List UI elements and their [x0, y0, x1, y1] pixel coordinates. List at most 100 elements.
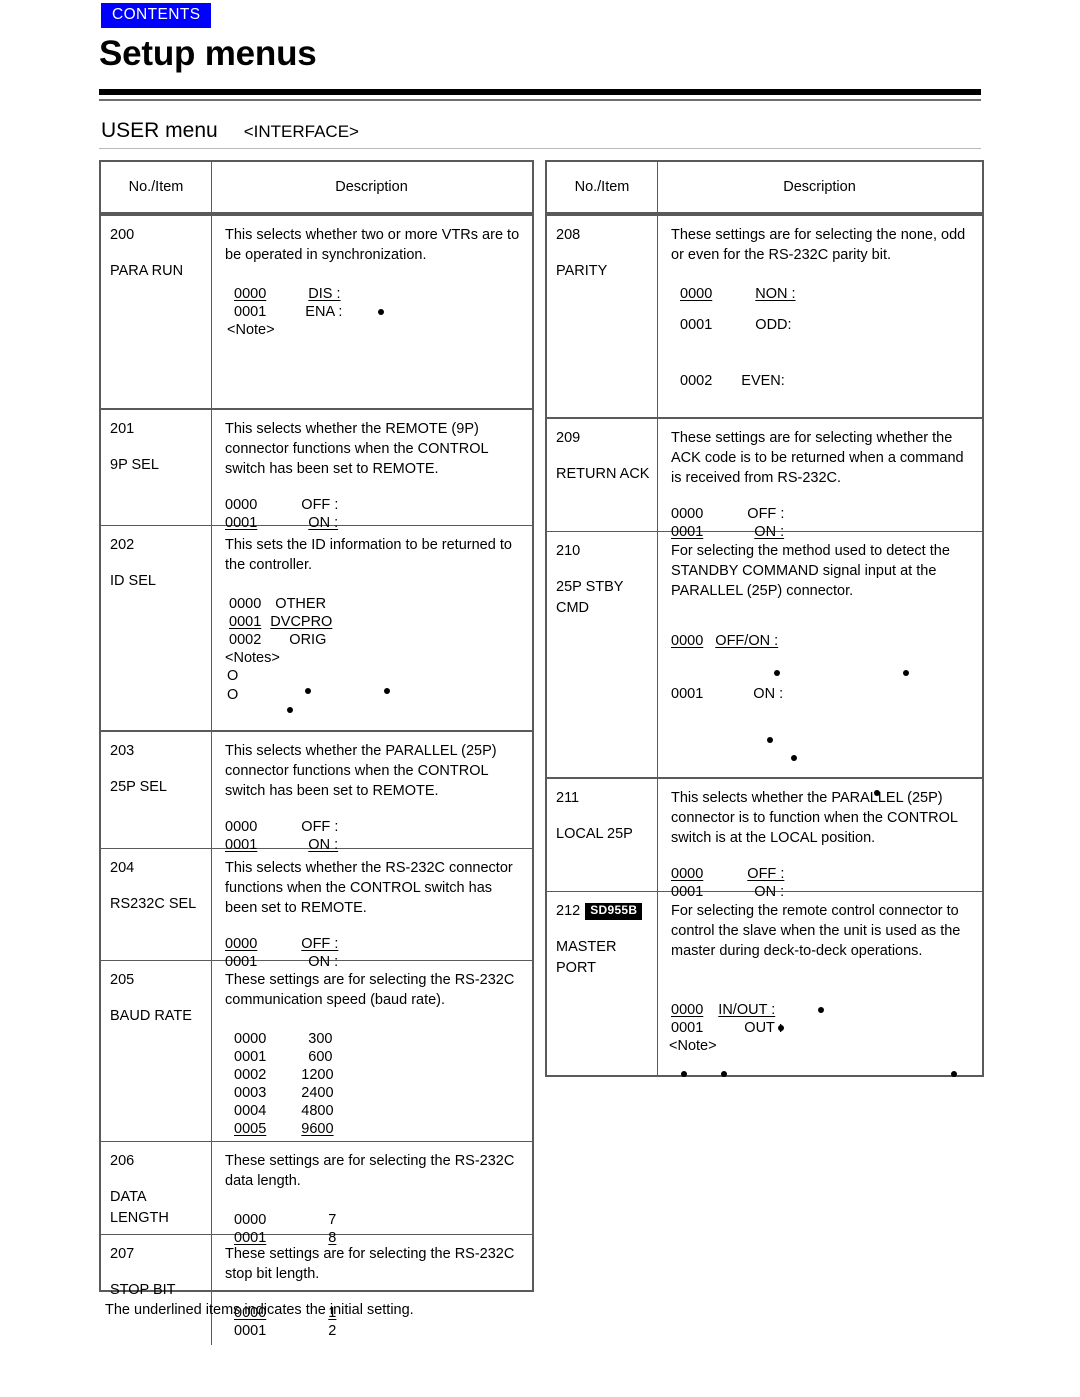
row-description-cell: This selects whether the PARALLEL (25P) …: [211, 732, 532, 853]
option-label: 9600: [301, 1121, 334, 1137]
table-row: 203 25P SEL This selects whether the PAR…: [101, 732, 532, 853]
option-item: 0001 ON :: [671, 685, 783, 703]
header-rule-thin: [99, 99, 981, 101]
table-row: 206 DATA LENGTH These settings are for s…: [101, 1142, 532, 1246]
description-text: This selects whether the PARALLEL (25P) …: [671, 790, 958, 846]
option-item: 0000 OFF :: [671, 865, 784, 883]
option-item: 0003 2400: [234, 1084, 334, 1102]
table-row: 201 9P SEL This selects whether the REMO…: [101, 410, 532, 531]
row-description-cell: This selects whether the REMOTE (9P) con…: [211, 410, 532, 531]
contents-badge[interactable]: CONTENTS: [101, 3, 212, 28]
notes-label: <Notes>: [225, 650, 280, 666]
option-label: 2400: [301, 1085, 334, 1101]
redaction-bullet: [305, 688, 311, 694]
option-item: 0001 ENA :: [234, 303, 342, 321]
row-description-cell: These settings are for selecting the RS-…: [211, 1142, 532, 1246]
option-code: 0000: [225, 497, 258, 513]
option-label: 1200: [301, 1067, 334, 1083]
menu-number: 208: [556, 227, 581, 243]
option-code: 0004: [234, 1103, 267, 1119]
option-item: 0002 EVEN:: [680, 372, 785, 390]
menu-number: 210: [556, 543, 581, 559]
menu-item-name: STOP BIT: [110, 1282, 176, 1298]
row-number-cell: 210 25P STBY CMD: [547, 532, 657, 619]
option-code: 0000: [229, 596, 262, 612]
option-code: 0001: [671, 686, 704, 702]
row-description-cell: This selects whether two or more VTRs ar…: [211, 216, 532, 408]
option-item: 0001 2: [234, 1322, 336, 1340]
menu-number: 202: [110, 537, 135, 553]
menu-item-name: BAUD RATE: [110, 1008, 192, 1024]
column-header-no-item: No./Item: [128, 179, 184, 195]
menu-label: USER menu: [101, 119, 218, 142]
option-code: 0000: [225, 819, 258, 835]
menu-item-name: PARITY: [556, 263, 608, 279]
menu-item-name: RS232C SEL: [110, 896, 197, 912]
redaction-bullet: [903, 670, 909, 676]
description-text: For selecting the remote control connect…: [671, 903, 961, 959]
row-number-cell: 209 RETURN ACK: [547, 419, 657, 485]
redaction-bullet: [384, 688, 390, 694]
redaction-bullet: [818, 1007, 824, 1013]
option-label: OFF :: [747, 866, 785, 882]
description-text: This selects whether two or more VTRs ar…: [225, 227, 520, 263]
option-code: 0001: [234, 304, 267, 320]
option-label: 4800: [301, 1103, 334, 1119]
table-row: 205 BAUD RATE These settings are for sel…: [101, 961, 532, 1142]
table-header-row: No./Item Description: [101, 162, 532, 216]
row-number-cell: 212 SD955B MASTER PORT: [547, 892, 657, 979]
option-code: 0002: [229, 632, 262, 648]
menu-item-name: LOCAL 25P: [556, 826, 633, 842]
note-label: <Note>: [669, 1038, 717, 1054]
option-code: 0001: [234, 1323, 267, 1339]
footnote-text: The underlined items indicates the initi…: [105, 1302, 414, 1318]
menu-number: 204: [110, 860, 135, 876]
table-row: 212 SD955B MASTER PORT For selecting the …: [547, 892, 982, 1077]
option-label: OTHER: [275, 596, 327, 612]
option-code: 0003: [234, 1085, 267, 1101]
redaction-bullet: [681, 1071, 687, 1077]
option-code: 0001: [671, 1020, 704, 1036]
option-label: 300: [308, 1031, 333, 1047]
row-description-cell: These settings are for selecting the RS-…: [211, 1235, 532, 1345]
note-label: <Note>: [227, 322, 275, 338]
row-number-cell: 200 PARA RUN: [101, 216, 211, 282]
description-text: For selecting the method used to detect …: [671, 543, 950, 599]
description-text: This selects whether the REMOTE (9P) con…: [225, 421, 489, 477]
description-text: These settings are for selecting the RS-…: [225, 1153, 515, 1189]
row-number-cell: 201 9P SEL: [101, 410, 211, 476]
menu-item-name: ID SEL: [110, 573, 156, 589]
menu-number: 211: [556, 790, 580, 806]
row-number-cell: 202 ID SEL: [101, 526, 211, 592]
option-label: ENA :: [305, 304, 343, 320]
menu-item-name: PARA RUN: [110, 263, 184, 279]
row-number-cell: 205 BAUD RATE: [101, 961, 211, 1027]
column-header-description: Description: [783, 179, 856, 195]
option-item: 0000 7: [234, 1211, 336, 1229]
row-description-cell: For selecting the method used to detect …: [657, 532, 982, 796]
option-code: 0000: [671, 866, 704, 882]
row-number-cell: 211 LOCAL 25P: [547, 779, 657, 845]
row-description-cell: This selects whether the RS-232C connect…: [211, 849, 532, 970]
description-text: These settings are for selecting whether…: [671, 430, 964, 486]
option-item: 0001 ODD:: [680, 316, 792, 334]
option-item: 0000 300: [234, 1030, 333, 1048]
option-item: 0005 9600: [234, 1120, 334, 1138]
option-code: 0001: [680, 317, 713, 333]
description-text: These settings are for selecting the RS-…: [225, 1246, 515, 1282]
option-item: 0001 DVCPRO: [229, 613, 332, 631]
row-number-cell: 207 STOP BIT: [101, 1235, 211, 1301]
description-text: These settings are for selecting the RS-…: [225, 972, 515, 1008]
option-label: DVCPRO: [270, 614, 333, 630]
option-label: OFF/ON :: [715, 633, 779, 649]
menu-number: 207: [110, 1246, 135, 1262]
option-item: 0000 OFF :: [225, 496, 338, 514]
option-code: 0000: [234, 286, 267, 302]
option-item: 0000 OFF :: [225, 818, 338, 836]
menu-item-name: 25P SEL: [110, 779, 167, 795]
option-label: OFF :: [747, 506, 785, 522]
option-label: DIS :: [308, 286, 341, 302]
redaction-bullet: [378, 309, 384, 315]
note-bullet-circle: O: [227, 687, 239, 703]
description-text: This selects whether the RS-232C connect…: [225, 860, 513, 916]
